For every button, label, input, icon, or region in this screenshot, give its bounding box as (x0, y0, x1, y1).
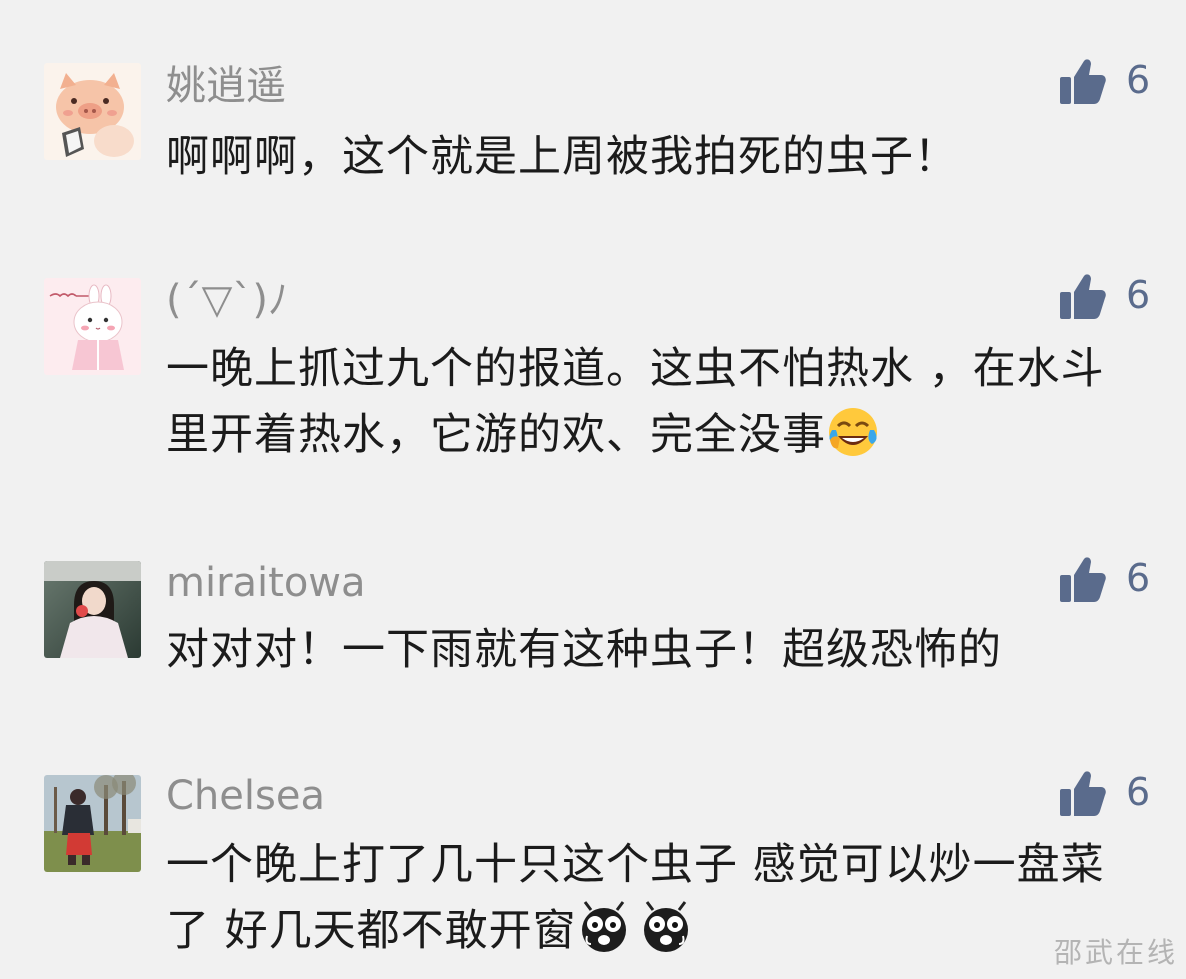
comment-text-body: 一晚上抓过九个的报道。这虫不怕热水 ，在水斗里开着热水，它游的欢、完全没事 (166, 344, 1105, 460)
comment-username[interactable]: miraitowa (166, 559, 366, 607)
comment-text-body: 一个晚上打了几十只这个虫子 感觉可以炒一盘菜了 好几天都不敢开窗 (166, 840, 1105, 956)
thumbs-up-icon[interactable] (1060, 769, 1106, 817)
scared-bug-emoji-icon (577, 900, 631, 954)
like-count: 6 (1126, 556, 1151, 600)
child-park-photo-avatar-icon[interactable] (44, 775, 141, 872)
watermark: 邵武在线 (1053, 936, 1178, 969)
comment-username[interactable]: (´▽`)ﾉ (166, 276, 288, 324)
bunny-avatar-icon[interactable] (44, 278, 141, 375)
comment-username[interactable]: 姚逍遥 (166, 62, 286, 110)
comment-text-body: 对对对！一下雨就有这种虫子！超级恐怖的 (166, 625, 1002, 675)
like-count: 6 (1126, 273, 1151, 317)
like-button[interactable]: 6 (1060, 555, 1170, 607)
comment-text: 一晚上抓过九个的报道。这虫不怕热水 ，在水斗里开着热水，它游的欢、完全没事 (166, 336, 1141, 468)
laugh-cry-emoji-icon (826, 404, 880, 458)
comment-text: 啊啊啊，这个就是上周被我拍死的虫子！ (166, 124, 1141, 190)
thumbs-up-icon[interactable] (1060, 272, 1106, 320)
like-button[interactable]: 6 (1060, 272, 1170, 324)
comment-text-body: 啊啊啊，这个就是上周被我拍死的虫子！ (166, 132, 958, 182)
thumbs-up-icon[interactable] (1060, 57, 1106, 105)
girl-photo-avatar-icon[interactable] (44, 561, 141, 658)
pig-avatar-icon[interactable] (44, 63, 141, 160)
thumbs-up-icon[interactable] (1060, 555, 1106, 603)
like-button[interactable]: 6 (1060, 769, 1170, 821)
like-count: 6 (1126, 770, 1151, 814)
scared-bug-emoji-icon (639, 900, 693, 954)
like-button[interactable]: 6 (1060, 57, 1170, 109)
like-count: 6 (1126, 58, 1151, 102)
comment-text: 一个晚上打了几十只这个虫子 感觉可以炒一盘菜了 好几天都不敢开窗 (166, 832, 1141, 964)
comment-text: 对对对！一下雨就有这种虫子！超级恐怖的 (166, 617, 1141, 683)
comment-username[interactable]: Chelsea (166, 772, 325, 820)
